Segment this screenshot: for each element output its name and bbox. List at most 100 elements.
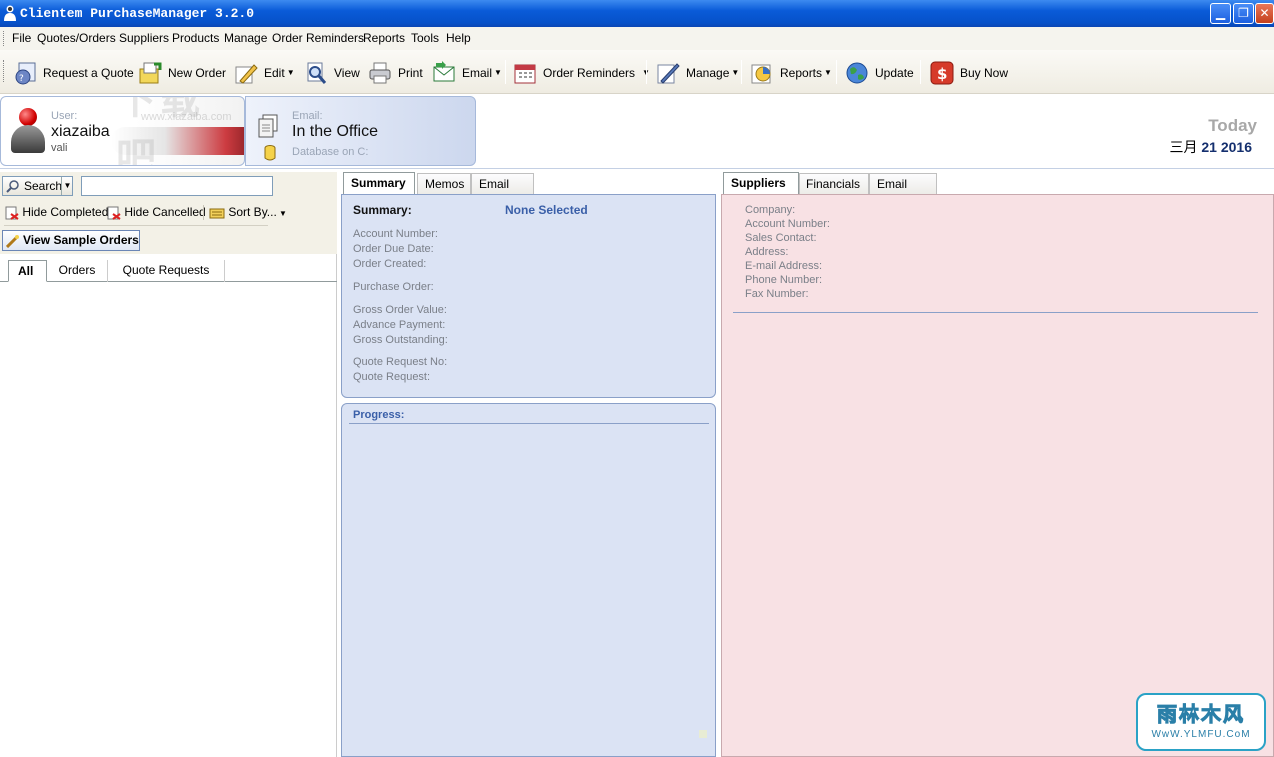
database-icon xyxy=(264,145,276,161)
user-label: User: xyxy=(51,110,78,122)
watermark-ghost: 下载吧 xyxy=(116,96,204,166)
restore-button[interactable]: ❐ xyxy=(1233,3,1254,24)
reports-button[interactable]: Reports ▼ xyxy=(750,58,832,86)
new-order-icon xyxy=(138,61,162,85)
new-order-button[interactable]: New Order xyxy=(138,58,226,86)
field-advance-payment: Advance Payment: xyxy=(353,319,446,331)
search-input[interactable] xyxy=(81,176,273,196)
today-label: Today xyxy=(1208,116,1257,135)
menu-suppliers[interactable]: Suppliers xyxy=(119,27,169,50)
tab-summary[interactable]: Summary xyxy=(343,172,415,195)
field-gross-outstanding: Gross Outstanding: xyxy=(353,334,448,346)
menu-order-reminders[interactable]: Order Reminders xyxy=(272,27,364,50)
menu-tools[interactable]: Tools xyxy=(411,27,439,50)
supplier-divider xyxy=(733,312,1258,313)
hide-completed-icon xyxy=(5,206,19,220)
tab-financials[interactable]: Financials xyxy=(799,173,869,195)
minimize-button[interactable]: ▁ xyxy=(1210,3,1231,24)
email-status-icon xyxy=(258,114,278,138)
hide-completed-button[interactable]: Hide Completed xyxy=(5,204,108,220)
sort-icon xyxy=(209,208,225,219)
tab-orders[interactable]: Orders xyxy=(47,260,108,282)
reports-icon xyxy=(750,61,774,85)
email-button[interactable]: Email ▼ xyxy=(432,58,502,86)
view-sample-orders-button[interactable]: View Sample Orders xyxy=(2,230,140,251)
manage-button[interactable]: Manage ▼ xyxy=(656,58,739,86)
hide-cancelled-button[interactable]: Hide Cancelled xyxy=(107,204,206,220)
hide-cancelled-icon xyxy=(107,206,121,220)
field-company: Company: xyxy=(745,204,796,216)
menu-quotes-orders[interactable]: Quotes/Orders xyxy=(37,27,116,50)
menu-reports[interactable]: Reports xyxy=(363,27,405,50)
print-button[interactable]: Print xyxy=(368,58,423,86)
field-account-number: Account Number: xyxy=(353,228,438,240)
field-order-created: Order Created: xyxy=(353,258,427,270)
request-quote-button[interactable]: ? Request a Quote xyxy=(13,58,134,86)
field-fax-number: Fax Number: xyxy=(745,288,809,300)
filter-divider xyxy=(4,225,268,226)
tab-quote-requests[interactable]: Quote Requests xyxy=(108,260,225,282)
field-address: Address: xyxy=(745,246,789,258)
status-value: In the Office xyxy=(292,123,378,140)
summary-panel: Summary: None Selected Account Number: O… xyxy=(341,194,716,398)
close-button[interactable]: ✕ xyxy=(1255,3,1274,24)
order-reminders-button[interactable]: Order Reminders▼ xyxy=(513,58,650,86)
tab-all[interactable]: All xyxy=(8,260,47,282)
resize-grip[interactable] xyxy=(699,730,707,738)
wand-icon xyxy=(6,235,19,248)
left-filters: Search ▼ Hide Completed Hide Cancelled S… xyxy=(0,172,337,254)
view-button[interactable]: View xyxy=(304,58,360,86)
watermark-title: 雨林木风 xyxy=(1157,702,1245,727)
toolbar: ? Request a Quote New Order Edit ▼ View Pr… xyxy=(0,50,1274,94)
buy-now-button[interactable]: $ Buy Now xyxy=(930,58,1008,86)
menu-grip xyxy=(3,31,6,46)
menu-manage[interactable]: Manage xyxy=(224,27,267,50)
email-icon xyxy=(432,60,456,85)
view-icon xyxy=(304,61,328,85)
watermark-url: WwW.YLMFU.CoM xyxy=(1151,729,1251,740)
watermark-logo: 雨林木风 WwW.YLMFU.CoM xyxy=(1136,693,1266,751)
search-dropdown-arrow[interactable]: ▼ xyxy=(61,177,73,195)
tab-email-logs[interactable]: Email Logs xyxy=(869,173,937,211)
progress-divider xyxy=(349,423,709,424)
tab-suppliers[interactable]: Suppliers xyxy=(723,172,799,195)
field-quote-request: Quote Request: xyxy=(353,371,431,383)
search-label: Search xyxy=(24,179,63,193)
user-sub: vali xyxy=(51,142,68,154)
field-sales-contact: Sales Contact: xyxy=(745,232,817,244)
status-label: Email: xyxy=(292,110,323,122)
filter-separator xyxy=(203,205,204,220)
tab-email-log[interactable]: Email Log xyxy=(471,173,534,211)
svg-text:?: ? xyxy=(19,74,24,84)
user-status-icon xyxy=(19,108,37,126)
left-pane: Search ▼ Hide Completed Hide Cancelled S… xyxy=(0,172,337,757)
database-label: Database on C: xyxy=(292,146,369,158)
toolbar-grip xyxy=(3,60,6,82)
user-avatar xyxy=(11,125,45,153)
edit-button[interactable]: Edit ▼ xyxy=(234,58,295,86)
window-title: Clientem PurchaseManager 3.2.0 xyxy=(20,6,255,21)
print-icon xyxy=(368,61,392,85)
menu-help[interactable]: Help xyxy=(446,27,471,50)
field-gross-order-value: Gross Order Value: xyxy=(353,304,447,316)
field-order-due-date: Order Due Date: xyxy=(353,243,434,255)
user-name: xiazaiba xyxy=(51,123,110,140)
request-quote-icon: ? xyxy=(13,61,37,85)
title-bar: Clientem PurchaseManager 3.2.0 ▁ ❐ ✕ xyxy=(0,0,1274,27)
field-phone-number: Phone Number: xyxy=(745,274,823,286)
summary-label: Summary: xyxy=(353,203,412,217)
update-button[interactable]: Update xyxy=(845,58,914,86)
search-button[interactable]: Search ▼ xyxy=(2,176,73,196)
field-supplier-account-number: Account Number: xyxy=(745,218,830,230)
field-purchase-order: Purchase Order: xyxy=(353,281,434,293)
watermark-ghost-url: www.xiazaiba.com xyxy=(141,111,232,123)
menu-products[interactable]: Products xyxy=(172,27,219,50)
calendar-icon xyxy=(513,61,537,85)
tab-memos[interactable]: Memos xyxy=(417,173,471,195)
dollar-icon: $ xyxy=(930,61,954,85)
menu-file[interactable]: File xyxy=(12,27,31,50)
today-month: 三月 xyxy=(1169,139,1198,155)
globe-icon xyxy=(845,61,869,85)
sort-by-button[interactable]: Sort By... ▼ xyxy=(209,204,287,222)
progress-panel: Progress: xyxy=(341,403,716,757)
